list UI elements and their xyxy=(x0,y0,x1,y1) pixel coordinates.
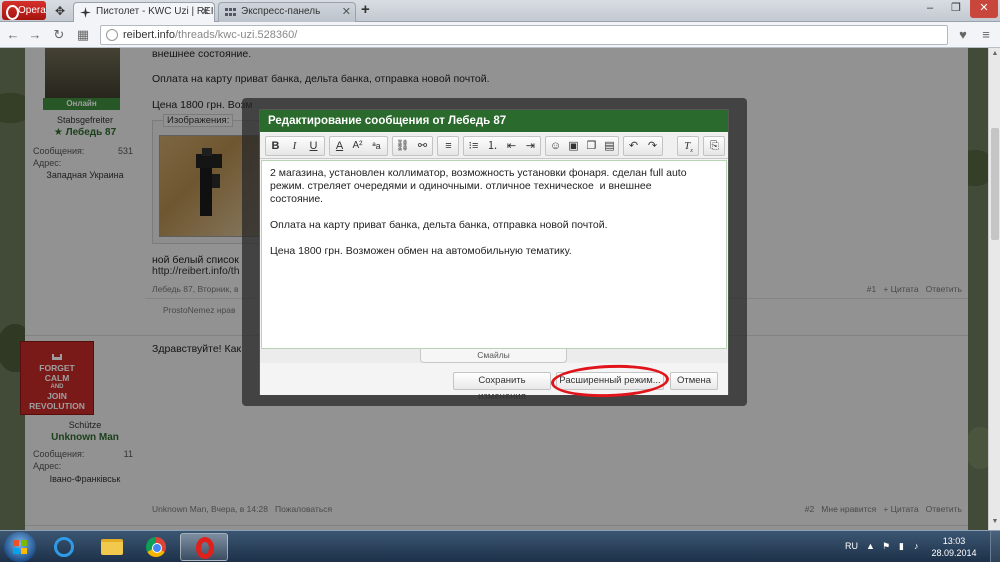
folder-icon xyxy=(101,539,123,555)
clock-date: 28.09.2014 xyxy=(931,548,977,558)
start-button[interactable] xyxy=(4,532,36,562)
scroll-down-icon[interactable]: ▼ xyxy=(990,518,1000,528)
network-icon[interactable]: ▮ xyxy=(899,541,904,552)
taskbar-ie[interactable] xyxy=(40,533,88,561)
italic-icon[interactable]: I xyxy=(287,137,302,155)
tab-bar: Opera ✥ Пистолет - KWC Uzi | REIB ✕ Эксп… xyxy=(0,0,1000,22)
speed-dial-icon[interactable]: ▦ xyxy=(74,26,92,44)
dialog-title: Редактирование сообщения от Лебедь 87 xyxy=(260,110,728,132)
page-scrollbar[interactable]: ▲ ▼ xyxy=(988,48,1000,530)
editor-toolbar: B I U A A² ªa ⛓ ⚯ ≡ ⁝≡ ⒈ ⇤ ⇥ ☺ ▣ ❐ ▤ ↶ ↷… xyxy=(260,133,728,159)
editor-line: 2 магазина, установлен коллиматор, возмо… xyxy=(270,167,687,179)
smilies-bar: Смайлы xyxy=(260,349,728,363)
bold-icon[interactable]: B xyxy=(268,137,283,155)
smiley-icon[interactable]: ☺ xyxy=(548,137,563,155)
indent-icon[interactable]: ⇥ xyxy=(523,137,538,155)
editor-line xyxy=(270,232,718,245)
opera-menu-button[interactable]: Opera xyxy=(2,1,46,20)
scroll-thumb[interactable] xyxy=(991,128,999,240)
toolbar-group-font: A A² ªa xyxy=(329,136,388,156)
address-host: reibert.info xyxy=(123,29,175,41)
save-changes-button[interactable]: Сохранить изменения xyxy=(453,372,551,402)
menu-icon[interactable]: ≡ xyxy=(977,26,995,44)
tab-label: Экспресс-панель xyxy=(241,6,321,17)
bbcode-toggle-icon[interactable]: ⎘ xyxy=(707,137,722,155)
close-tab-icon[interactable]: ✕ xyxy=(342,3,351,21)
font-size-icon[interactable]: A² xyxy=(350,137,365,155)
tray-expand-icon[interactable]: ▲ xyxy=(866,541,875,551)
tab-label: Пистолет - KWC Uzi | REIB xyxy=(96,6,215,17)
undo-icon[interactable]: ↶ xyxy=(626,137,641,155)
reload-icon[interactable]: ↻ xyxy=(50,26,68,44)
grid-icon xyxy=(225,8,236,16)
editor-line: Оплата на карту приват банка, дельта бан… xyxy=(270,219,608,231)
toolbar-group-link: ⛓ ⚯ xyxy=(392,136,433,156)
toolbar-group-format: B I U xyxy=(265,136,325,156)
opera-menu-label: Opera xyxy=(18,5,46,16)
opera-icon xyxy=(196,537,214,559)
unlink-icon[interactable]: ⚯ xyxy=(415,137,430,155)
insert-more-icon[interactable]: ▤ xyxy=(602,137,617,155)
editor-line: Цена 1800 грн. Возможен обмен на автомоб… xyxy=(270,245,572,257)
toolbar-group-clear: Tx xyxy=(677,136,699,156)
site-info-icon[interactable] xyxy=(106,29,118,41)
chrome-icon xyxy=(146,537,166,557)
redo-icon[interactable]: ↷ xyxy=(645,137,660,155)
smilies-toggle[interactable]: Смайлы xyxy=(420,349,567,363)
underline-icon[interactable]: U xyxy=(306,137,321,155)
toolbar-group-insert: ☺ ▣ ❐ ▤ xyxy=(545,136,619,156)
tab-express-panel[interactable]: Экспресс-панель ✕ xyxy=(218,2,356,22)
font-color-icon[interactable]: A xyxy=(332,137,347,155)
image-icon[interactable]: ▣ xyxy=(566,137,581,155)
speed-dial-pin-icon[interactable]: ✥ xyxy=(52,3,68,19)
windows-taskbar: RU ▲ ⚑ ▮ ♪ 13:03 28.09.2014 xyxy=(0,530,1000,562)
toolbar-group-source: ⎘ xyxy=(703,136,725,156)
clock[interactable]: 13:03 28.09.2014 xyxy=(930,535,978,559)
bullet-list-icon[interactable]: ⁝≡ xyxy=(466,137,481,155)
remove-format-icon[interactable]: Tx xyxy=(681,137,696,155)
close-window-icon[interactable]: ✕ xyxy=(970,0,998,18)
back-arrow-icon[interactable]: ← xyxy=(4,26,22,44)
editor-line: состояние. xyxy=(270,193,324,205)
tab-pistol-uzi[interactable]: Пистолет - KWC Uzi | REIB ✕ xyxy=(73,2,215,22)
address-bar[interactable]: reibert.info/threads/kwc-uzi.528360/ xyxy=(100,25,948,45)
reibert-favicon-icon xyxy=(80,7,91,18)
clock-time: 13:03 xyxy=(942,536,966,546)
edit-message-dialog: Редактирование сообщения от Лебедь 87 B … xyxy=(259,109,729,402)
numbered-list-icon[interactable]: ⒈ xyxy=(485,137,500,155)
volume-icon[interactable]: ♪ xyxy=(914,541,919,551)
action-center-flag-icon[interactable]: ⚑ xyxy=(882,541,890,552)
editor-line xyxy=(270,206,718,219)
scroll-up-icon[interactable]: ▲ xyxy=(990,50,1000,60)
taskbar-chrome[interactable] xyxy=(132,533,180,561)
show-desktop-button[interactable] xyxy=(990,531,1000,562)
maximize-icon[interactable]: ❐ xyxy=(944,0,968,18)
toolbar-group-lists: ⁝≡ ⒈ ⇤ ⇥ xyxy=(463,136,541,156)
taskbar-explorer[interactable] xyxy=(88,533,136,561)
internet-explorer-icon xyxy=(54,537,74,557)
outdent-icon[interactable]: ⇤ xyxy=(504,137,519,155)
align-icon[interactable]: ≡ xyxy=(441,137,456,155)
cancel-button[interactable]: Отмена xyxy=(670,372,718,390)
toolbar-group-align: ≡ xyxy=(437,136,459,156)
forward-arrow-icon[interactable]: → xyxy=(26,26,44,44)
minimize-icon[interactable]: – xyxy=(918,0,942,18)
media-icon[interactable]: ❐ xyxy=(584,137,599,155)
font-family-icon[interactable]: ªa xyxy=(369,137,384,155)
close-tab-icon[interactable]: ✕ xyxy=(201,3,210,21)
taskbar-opera[interactable] xyxy=(180,533,228,561)
link-icon[interactable]: ⛓ xyxy=(395,137,410,155)
address-path: /threads/kwc-uzi.528360/ xyxy=(174,29,298,41)
navigation-bar: ← → ↻ ▦ reibert.info/threads/kwc-uzi.528… xyxy=(0,22,1000,48)
heart-bookmark-icon[interactable]: ♥ xyxy=(954,26,972,44)
toolbar-group-history: ↶ ↷ xyxy=(623,136,663,156)
new-tab-icon[interactable]: + xyxy=(361,2,375,17)
message-editor[interactable]: 2 магазина, установлен коллиматор, возмо… xyxy=(261,160,727,349)
editor-line: режим. стреляет очередями и одиночными. … xyxy=(270,180,652,192)
language-indicator[interactable]: RU xyxy=(845,541,858,551)
